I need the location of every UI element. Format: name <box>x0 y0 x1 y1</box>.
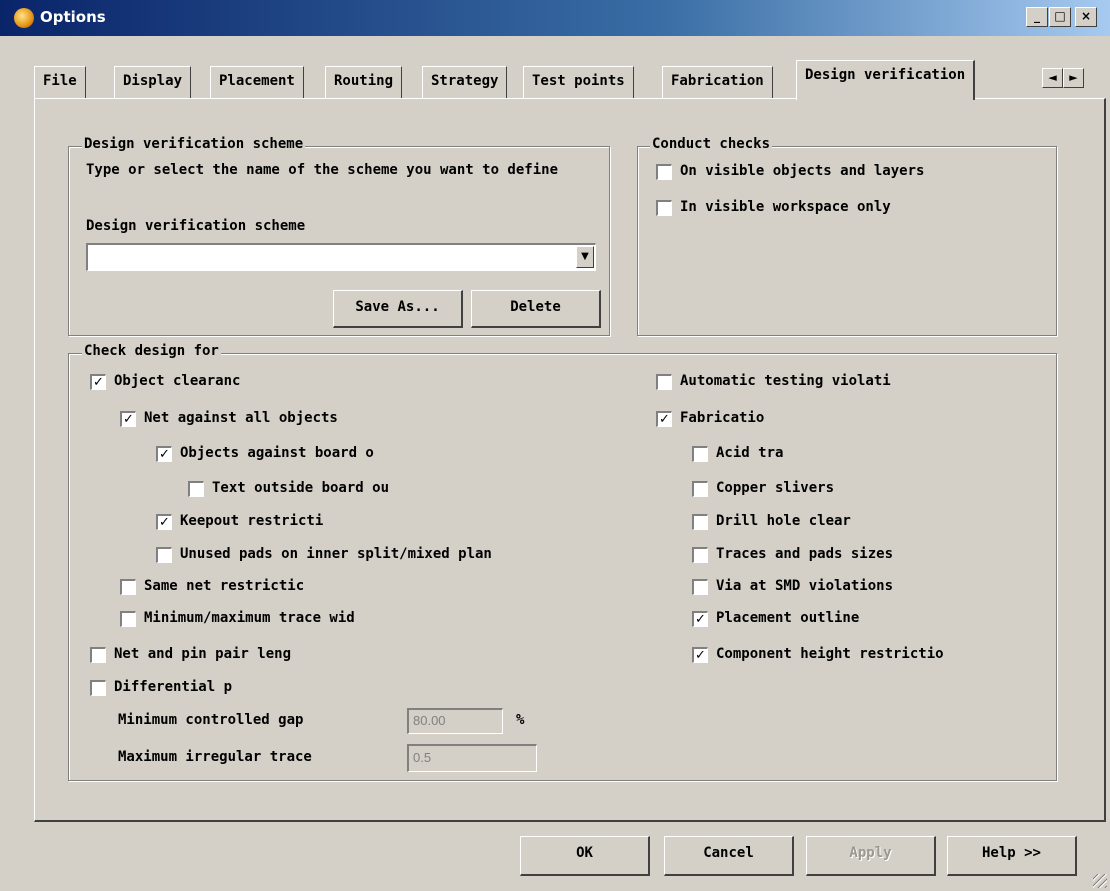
checkbox[interactable] <box>120 611 136 627</box>
checkbox-label: Drill hole clear <box>716 513 851 529</box>
delete-button[interactable]: Delete <box>471 290 601 328</box>
tab-display[interactable]: Display <box>114 66 192 98</box>
checkbox[interactable] <box>692 446 708 462</box>
checkbox-label: Object clearanc <box>114 373 241 389</box>
checkbox-label: Net against all objects <box>144 410 338 426</box>
chevron-down-icon[interactable]: ▼ <box>576 246 594 268</box>
checkbox[interactable]: ✓ <box>692 611 708 627</box>
minimize-button[interactable]: _ <box>1026 7 1048 27</box>
checkbox-label: Objects against board o <box>180 445 374 461</box>
close-button[interactable]: × <box>1075 7 1097 27</box>
checkbox-label: Copper slivers <box>716 480 835 496</box>
checkbox[interactable] <box>692 579 708 595</box>
tab-scroll-left-icon[interactable]: ◄ <box>1042 68 1063 88</box>
min-gap-label: Minimum controlled gap <box>118 712 304 728</box>
window-title: Options <box>40 8 106 26</box>
checkbox-label: Keepout restricti <box>180 513 324 529</box>
checkbox-label: In visible workspace only <box>680 199 891 215</box>
checkbox-label: Unused pads on inner split/mixed plan <box>180 546 492 562</box>
tab-scroll-right-icon[interactable]: ► <box>1063 68 1084 88</box>
scheme-instruction: Type or select the name of the scheme yo… <box>86 162 559 178</box>
checkbox-label: Traces and pads sizes <box>716 546 894 562</box>
checkbox[interactable] <box>120 579 136 595</box>
apply-button[interactable]: Apply <box>806 836 936 876</box>
checkbox-label: Component height restrictio <box>716 646 944 662</box>
scheme-group-legend: Design verification scheme <box>82 136 306 152</box>
checkbox[interactable] <box>90 680 106 696</box>
scheme-select[interactable]: ▼ <box>86 243 596 271</box>
checkbox[interactable] <box>656 164 672 180</box>
title-bar <box>0 0 1110 36</box>
checkbox[interactable] <box>188 481 204 497</box>
checkbox-label: Acid tra <box>716 445 784 461</box>
checkbox[interactable] <box>656 374 672 390</box>
checkbox[interactable]: ✓ <box>156 446 172 462</box>
cancel-button[interactable]: Cancel <box>664 836 794 876</box>
checkbox-label: Minimum/maximum trace wid <box>144 610 355 626</box>
tab-routing[interactable]: Routing <box>325 66 403 98</box>
tab-design-verification[interactable]: Design verification <box>796 60 976 100</box>
checkbox-label: Placement outline <box>716 610 860 626</box>
resize-grip-icon[interactable] <box>1093 874 1107 888</box>
checkbox[interactable] <box>656 200 672 216</box>
checkbox[interactable] <box>692 481 708 497</box>
checkbox[interactable] <box>156 547 172 563</box>
checkbox-label: On visible objects and layers <box>680 163 925 179</box>
min-gap-unit: % <box>516 712 525 728</box>
checkbox[interactable] <box>692 547 708 563</box>
checkbox-label: Differential p <box>114 679 233 695</box>
tab-placement[interactable]: Placement <box>210 66 304 98</box>
scheme-field-label: Design verification scheme <box>86 218 306 234</box>
ok-button[interactable]: OK <box>520 836 650 876</box>
checkbox[interactable] <box>692 514 708 530</box>
conduct-checks-legend: Conduct checks <box>650 136 773 152</box>
save-as-button[interactable]: Save As... <box>333 290 463 328</box>
app-icon <box>14 8 34 28</box>
checkbox[interactable]: ✓ <box>156 514 172 530</box>
tab-fabrication[interactable]: Fabrication <box>662 66 773 98</box>
checkbox-label: Net and pin pair leng <box>114 646 292 662</box>
checkbox-label: Text outside board ou <box>212 480 390 496</box>
tab-file[interactable]: File <box>34 66 86 98</box>
max-irregular-input[interactable]: 0.5 <box>407 744 537 772</box>
checkbox[interactable]: ✓ <box>692 647 708 663</box>
checkbox[interactable]: ✓ <box>90 374 106 390</box>
checkbox[interactable] <box>90 647 106 663</box>
tab-strategy[interactable]: Strategy <box>422 66 508 98</box>
checkbox-label: Fabricatio <box>680 410 765 426</box>
max-irregular-label: Maximum irregular trace <box>118 749 312 765</box>
checkbox[interactable]: ✓ <box>656 411 672 427</box>
check-design-legend: Check design for <box>82 343 221 359</box>
checkbox-label: Automatic testing violati <box>680 373 891 389</box>
checkbox-label: Via at SMD violations <box>716 578 894 594</box>
checkbox[interactable]: ✓ <box>120 411 136 427</box>
min-gap-input[interactable]: 80.00 <box>407 708 503 734</box>
maximize-button[interactable]: □ <box>1049 7 1071 27</box>
help-button[interactable]: Help >> <box>947 836 1077 876</box>
tab-test-points[interactable]: Test points <box>523 66 634 98</box>
checkbox-label: Same net restrictic <box>144 578 305 594</box>
